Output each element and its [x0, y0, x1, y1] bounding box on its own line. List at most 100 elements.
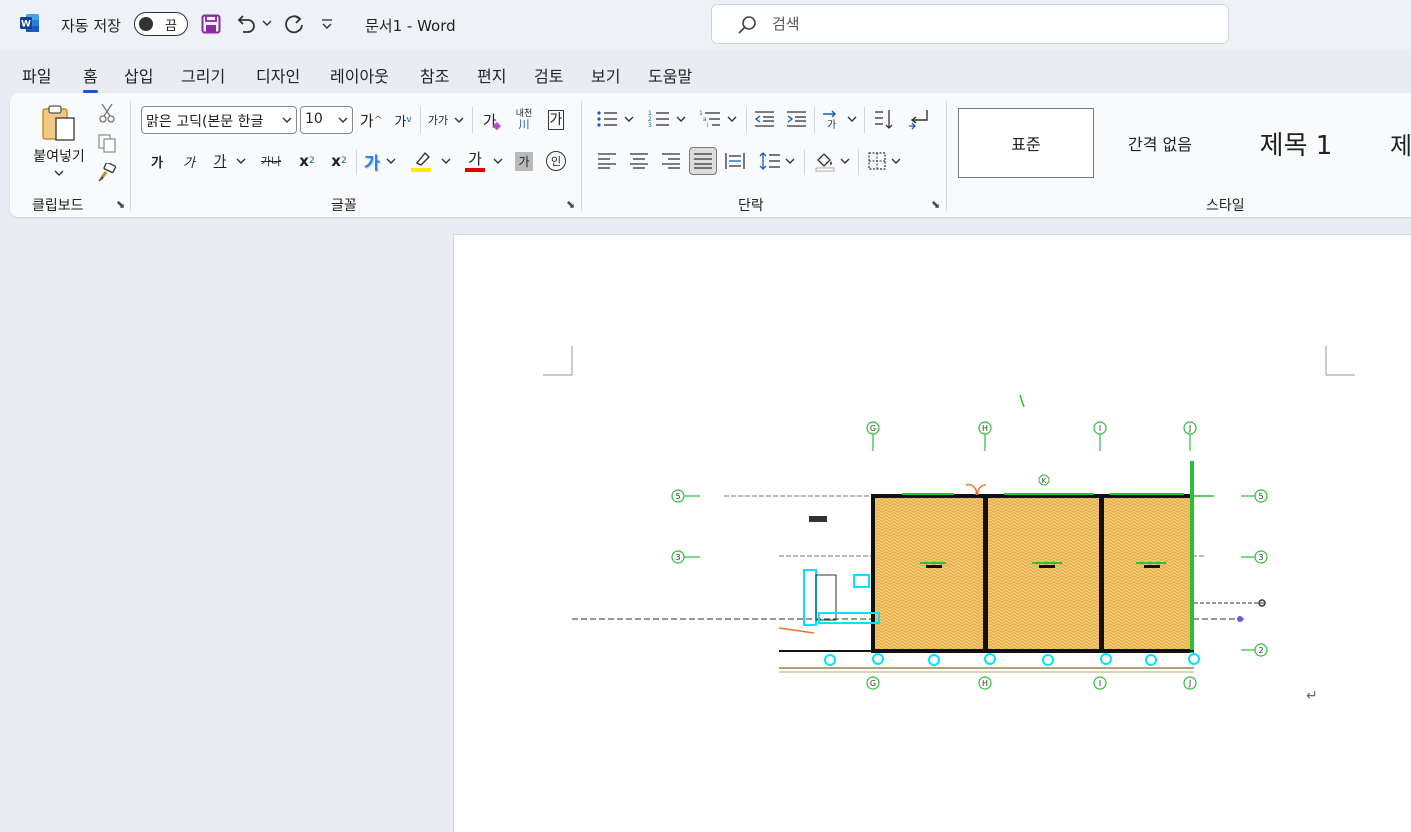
svg-text:가: 가 — [827, 119, 836, 130]
bold-glyph: 가 — [151, 155, 163, 171]
borders-icon — [868, 152, 886, 170]
line-spacing-button[interactable] — [755, 147, 799, 175]
style-title-label: 제 — [1390, 131, 1410, 160]
chevron-down-icon — [676, 116, 686, 122]
chevron-down-icon — [847, 116, 857, 122]
grow-font-button[interactable]: 가 ^ — [358, 106, 384, 134]
phonetic-guide-button[interactable]: 내천 川 — [510, 104, 538, 136]
character-border-button[interactable]: 가 — [543, 106, 569, 134]
chevron-down-icon — [236, 158, 246, 164]
align-left-button[interactable] — [593, 147, 621, 175]
redo-icon — [285, 15, 303, 34]
text-direction-button[interactable]: 가 — [818, 105, 860, 133]
align-center-button[interactable] — [625, 147, 653, 175]
document-title: 문서1 - Word — [365, 17, 456, 35]
change-case-button[interactable]: 가가 — [424, 106, 468, 134]
font-size-select[interactable]: 10 — [300, 106, 353, 134]
paragraph-launcher-icon[interactable]: ⬊ — [931, 198, 940, 211]
style-title[interactable]: 제 — [1390, 108, 1410, 178]
font-name-select[interactable]: 맑은 고딕(본문 한글 — [141, 106, 297, 134]
chevron-down-icon — [840, 158, 850, 164]
tab-home[interactable]: 홈 — [83, 63, 98, 93]
clipboard-group-label: 클립보드 — [32, 198, 84, 214]
separator — [746, 107, 747, 133]
tab-design[interactable]: 디자인 — [256, 63, 300, 87]
justify-icon — [694, 153, 712, 169]
margin-corner-top-left — [543, 346, 573, 376]
row-label: 3 — [675, 553, 680, 562]
justify-button[interactable] — [689, 147, 717, 175]
autosave-label: 자동 저장 — [61, 17, 121, 35]
search-input[interactable] — [772, 13, 1192, 35]
separator — [946, 101, 947, 211]
shrink-font-glyph: 가 — [394, 114, 407, 130]
character-border-glyph: 가 — [547, 110, 565, 130]
separator — [814, 107, 815, 133]
title-bar: W 자동 저장 끔 문서1 - Word — [0, 0, 1411, 50]
distributed-button[interactable] — [721, 147, 749, 175]
search-icon — [738, 16, 756, 34]
eraser-icon: ◆ — [492, 118, 502, 132]
line-spacing-icon — [759, 152, 780, 170]
underline-button[interactable]: 가 — [208, 147, 252, 175]
search-box[interactable] — [711, 4, 1229, 44]
copy-button[interactable] — [94, 131, 120, 155]
clipboard-launcher-icon[interactable]: ⬊ — [116, 198, 125, 211]
clear-format-button[interactable]: 가 ◆ — [478, 106, 506, 134]
shrink-font-button[interactable]: 가v — [390, 106, 416, 134]
bold-button[interactable]: 가 — [146, 147, 168, 175]
sort-button[interactable] — [870, 105, 898, 133]
decrease-indent-button[interactable] — [750, 105, 778, 133]
paste-dropdown-icon[interactable] — [54, 169, 64, 177]
show-marks-button[interactable] — [904, 105, 934, 133]
borders-button[interactable] — [862, 147, 906, 175]
tab-review[interactable]: 검토 — [534, 63, 563, 87]
text-effects-button[interactable]: 가 — [360, 147, 400, 175]
save-button[interactable] — [199, 12, 223, 36]
redo-button[interactable] — [281, 11, 307, 37]
undo-button[interactable] — [233, 11, 259, 37]
tab-mailings[interactable]: 편지 — [477, 63, 506, 87]
tab-file[interactable]: 파일 — [22, 63, 51, 87]
cad-floor-plan-image[interactable]: G H I J G H I J 5 3 5 3 2 K — [554, 385, 1274, 705]
enclose-characters-button[interactable]: 인 — [543, 147, 569, 175]
distributed-icon — [725, 153, 745, 169]
increase-indent-button[interactable] — [782, 105, 810, 133]
style-heading-1[interactable]: 제목 1 — [1230, 108, 1362, 178]
customize-qat-button[interactable] — [318, 14, 336, 34]
grow-font-glyph: 가 — [359, 111, 374, 130]
align-right-button[interactable] — [657, 147, 685, 175]
shading-button[interactable] — [810, 147, 854, 175]
tab-view[interactable]: 보기 — [591, 63, 620, 87]
tab-layout[interactable]: 레이아웃 — [330, 63, 389, 87]
cut-button[interactable] — [94, 101, 120, 125]
paste-button[interactable]: 붙여넣기 — [24, 99, 94, 181]
numbering-button[interactable]: 123 — [645, 105, 689, 133]
multilevel-list-button[interactable]: 1ai — [696, 105, 740, 133]
bullets-button[interactable] — [593, 105, 637, 133]
autosave-toggle[interactable]: 끔 — [134, 12, 188, 36]
tab-insert[interactable]: 삽입 — [124, 63, 153, 87]
superscript-glyph: x — [331, 152, 341, 170]
tab-references[interactable]: 참조 — [420, 63, 449, 87]
tab-draw[interactable]: 그리기 — [181, 63, 225, 87]
superscript-button[interactable]: x2 — [326, 147, 352, 175]
word-logo-icon[interactable]: W — [20, 13, 40, 33]
highlight-button[interactable] — [408, 147, 452, 175]
font-color-bar — [465, 167, 485, 172]
strikethrough-button[interactable]: 가나 — [256, 147, 286, 175]
font-color-button[interactable]: 가 — [462, 147, 506, 175]
chevron-down-icon — [282, 113, 292, 127]
character-shading-button[interactable]: 가 — [512, 149, 536, 173]
undo-dropdown-icon[interactable] — [261, 16, 273, 30]
align-right-icon — [662, 153, 680, 169]
document-page[interactable]: G H I J G H I J 5 3 5 3 2 K ↵ — [453, 234, 1411, 832]
font-launcher-icon[interactable]: ⬊ — [566, 198, 575, 211]
tab-help[interactable]: 도움말 — [648, 63, 692, 87]
style-no-spacing[interactable]: 간격 없음 — [1094, 108, 1226, 178]
italic-button[interactable]: 가 — [178, 147, 200, 175]
font-color-glyph: 가 — [468, 149, 482, 168]
style-normal[interactable]: 표준 — [958, 108, 1094, 178]
subscript-button[interactable]: x2 — [294, 147, 320, 175]
format-painter-button[interactable] — [94, 161, 120, 185]
